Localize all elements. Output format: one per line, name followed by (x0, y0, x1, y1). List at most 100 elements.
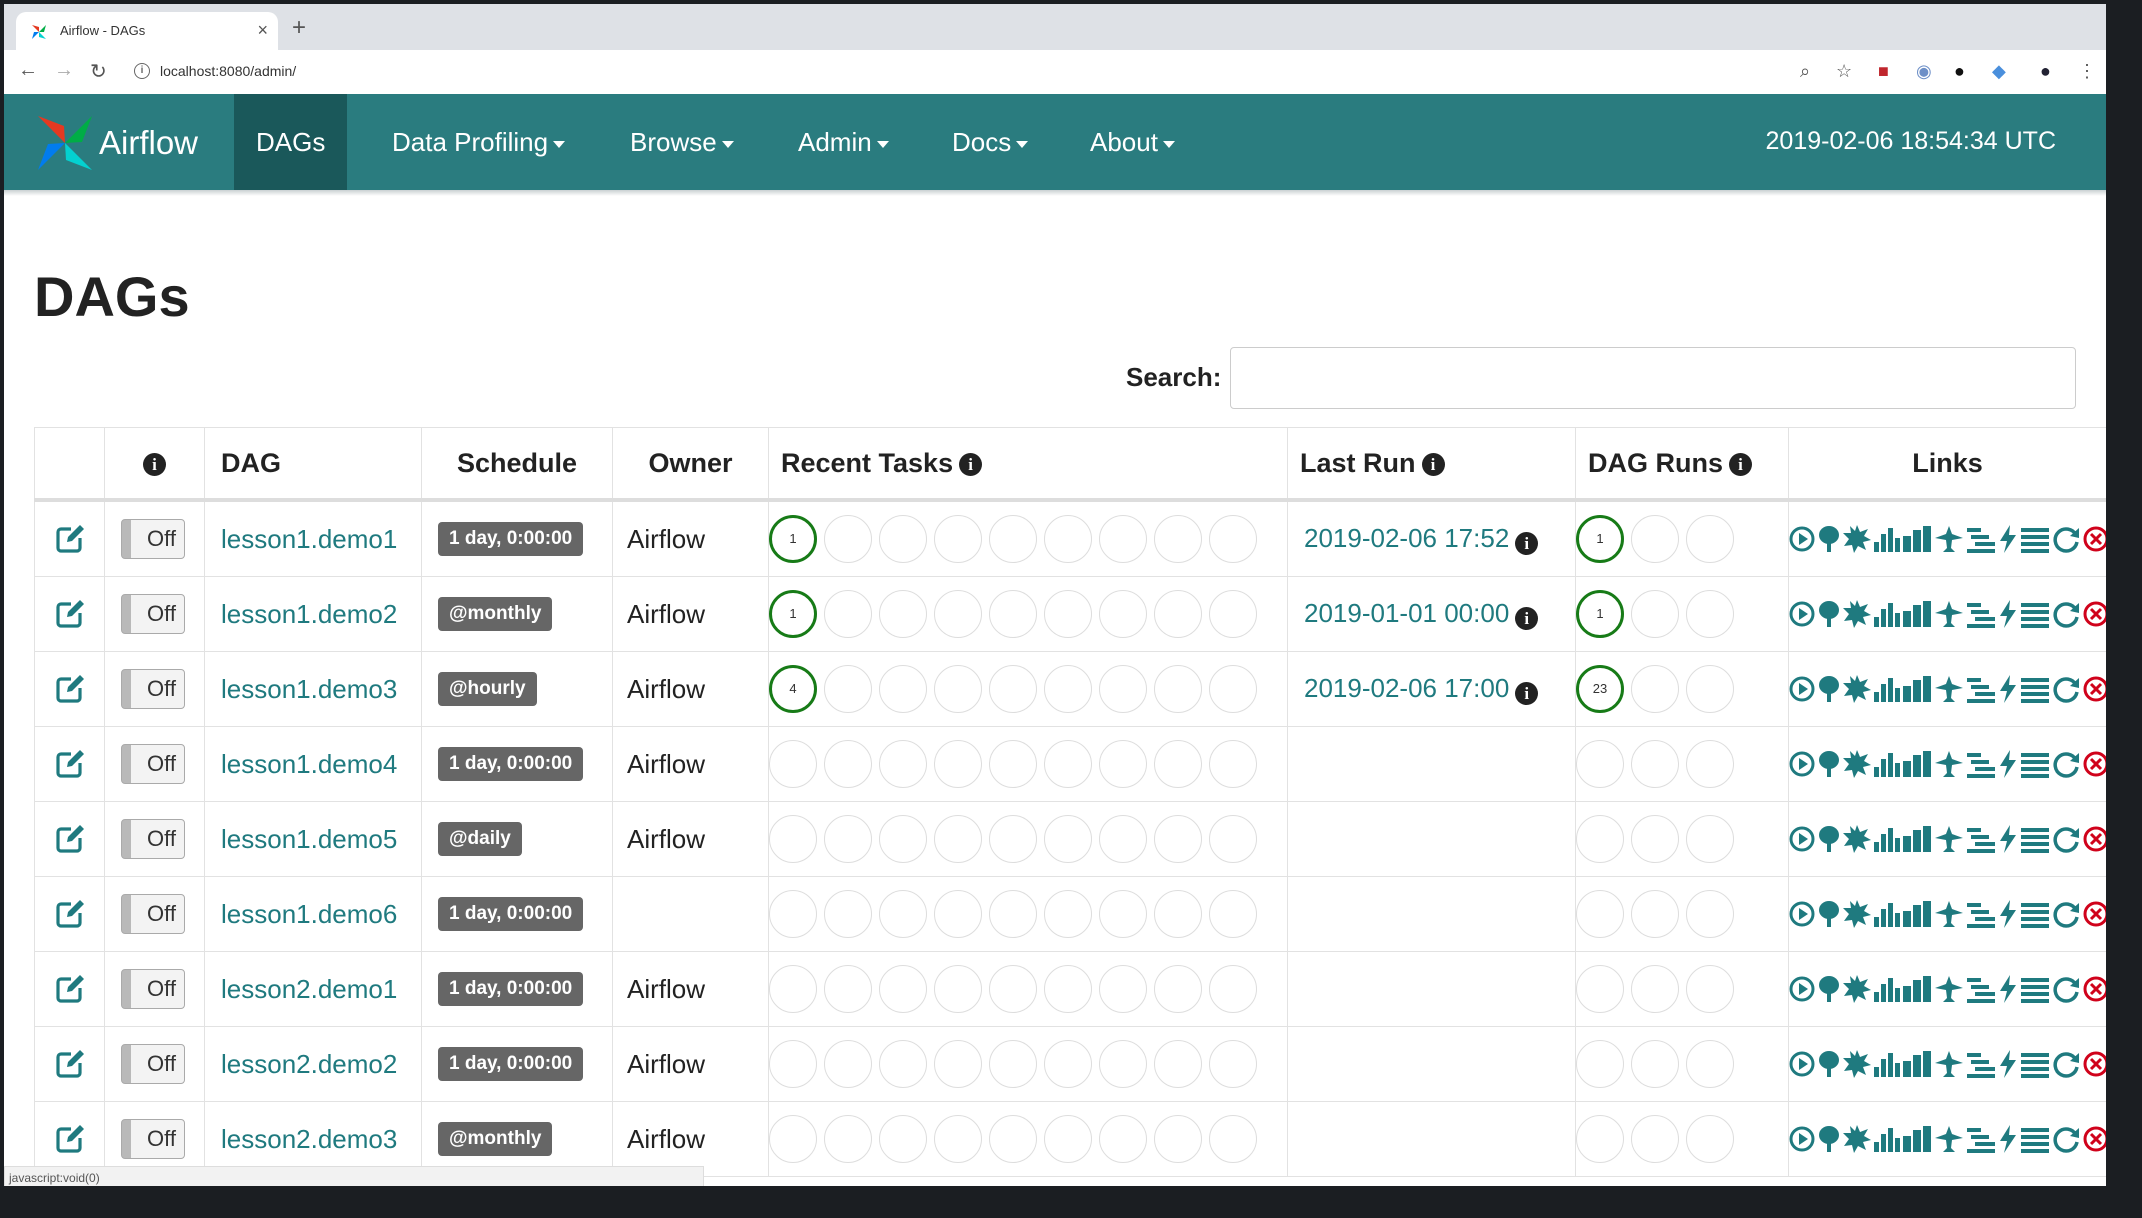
dag-link[interactable]: lesson1.demo4 (205, 749, 397, 779)
task-tries-icon[interactable] (1903, 599, 1931, 629)
recent-task-state-circle[interactable] (1154, 740, 1202, 788)
task-duration-icon[interactable] (1874, 1049, 1900, 1079)
delete-dag-icon[interactable] (2083, 674, 2106, 704)
recent-task-state-circle[interactable] (1154, 815, 1202, 863)
recent-task-state-circle[interactable] (1099, 1040, 1147, 1088)
recent-task-state-circle[interactable] (1099, 665, 1147, 713)
dag-run-state-circle[interactable] (1686, 665, 1734, 713)
dag-run-state-circle[interactable] (1686, 515, 1734, 563)
recent-task-state-circle[interactable] (989, 1115, 1037, 1163)
recent-task-state-circle[interactable] (989, 590, 1037, 638)
recent-task-state-circle[interactable] (1099, 965, 1147, 1013)
nav-dags[interactable]: DAGs (234, 94, 348, 190)
refresh-icon[interactable] (2052, 899, 2080, 929)
recent-task-state-circle[interactable] (1154, 1040, 1202, 1088)
new-tab-icon[interactable]: + (292, 14, 306, 42)
nav-browse[interactable]: Browse (608, 94, 756, 190)
tree-view-icon[interactable] (1818, 599, 1840, 629)
recent-task-state-circle[interactable] (989, 665, 1037, 713)
recent-task-state-circle[interactable] (934, 1040, 982, 1088)
code-icon[interactable] (1998, 1124, 2018, 1154)
landing-times-icon[interactable] (1934, 824, 1964, 854)
gantt-icon[interactable] (1967, 599, 1995, 629)
dag-run-state-circle[interactable] (1576, 815, 1624, 863)
trigger-dag-icon[interactable] (1789, 749, 1815, 779)
recent-task-state-circle[interactable] (879, 1040, 927, 1088)
recent-task-state-circle[interactable] (769, 965, 817, 1013)
recent-task-state-circle[interactable] (1044, 1040, 1092, 1088)
task-duration-icon[interactable] (1874, 674, 1900, 704)
extension-icon[interactable]: ● (1954, 61, 1965, 82)
edit-icon[interactable] (35, 524, 104, 554)
graph-view-icon[interactable] (1843, 1124, 1871, 1154)
tree-view-icon[interactable] (1818, 1049, 1840, 1079)
refresh-icon[interactable] (2052, 1049, 2080, 1079)
recent-task-state-circle[interactable] (769, 1040, 817, 1088)
recent-task-state-circle[interactable] (934, 590, 982, 638)
dag-link[interactable]: lesson1.demo3 (205, 674, 397, 704)
dag-link[interactable]: lesson1.demo2 (205, 599, 397, 629)
tree-view-icon[interactable] (1818, 524, 1840, 554)
recent-task-state-circle[interactable] (879, 740, 927, 788)
forward-icon[interactable]: → (54, 59, 74, 82)
delete-dag-icon[interactable] (2083, 974, 2106, 1004)
last-run-link[interactable]: 2019-02-06 17:00 (1288, 673, 1509, 703)
recent-task-state-circle[interactable] (1154, 965, 1202, 1013)
dag-run-state-circle[interactable] (1631, 815, 1679, 863)
recent-task-state-circle[interactable] (824, 815, 872, 863)
recent-task-state-circle[interactable] (1154, 1115, 1202, 1163)
dag-run-state-circle[interactable] (1631, 965, 1679, 1013)
dag-run-state-circle[interactable] (1686, 965, 1734, 1013)
recent-task-state-circle[interactable] (824, 1115, 872, 1163)
recent-task-state-circle[interactable] (1044, 965, 1092, 1013)
trigger-dag-icon[interactable] (1789, 899, 1815, 929)
task-duration-icon[interactable] (1874, 974, 1900, 1004)
recent-task-state-circle[interactable] (879, 515, 927, 563)
delete-dag-icon[interactable] (2083, 749, 2106, 779)
graph-view-icon[interactable] (1843, 899, 1871, 929)
gantt-icon[interactable] (1967, 674, 1995, 704)
dag-run-state-circle[interactable] (1631, 890, 1679, 938)
recent-task-state-circle[interactable] (1154, 515, 1202, 563)
bookmark-star-icon[interactable]: ☆ (1836, 61, 1852, 82)
recent-task-state-circle[interactable] (989, 890, 1037, 938)
dag-on-off-toggle[interactable]: Off (121, 669, 185, 709)
gantt-icon[interactable] (1967, 749, 1995, 779)
recent-task-state-circle[interactable] (1209, 590, 1257, 638)
graph-view-icon[interactable] (1843, 824, 1871, 854)
url-field[interactable]: localhost:8080/admin/ (160, 63, 296, 79)
extension-icon[interactable]: ◆ (1992, 61, 2006, 82)
dag-run-state-circle[interactable] (1686, 1040, 1734, 1088)
trigger-dag-icon[interactable] (1789, 674, 1815, 704)
recent-task-state-circle[interactable] (769, 815, 817, 863)
gantt-icon[interactable] (1967, 974, 1995, 1004)
recent-task-state-circle[interactable] (769, 890, 817, 938)
task-tries-icon[interactable] (1903, 524, 1931, 554)
edit-icon[interactable] (35, 599, 104, 629)
dag-run-success-circle[interactable]: 23 (1576, 665, 1624, 713)
dag-run-state-circle[interactable] (1576, 965, 1624, 1013)
recent-task-state-circle[interactable] (879, 890, 927, 938)
recent-task-state-circle[interactable] (989, 965, 1037, 1013)
recent-task-state-circle[interactable] (879, 815, 927, 863)
nav-data-profiling[interactable]: Data Profiling (370, 94, 587, 190)
info-icon[interactable]: i (1515, 531, 1539, 555)
dag-run-state-circle[interactable] (1686, 890, 1734, 938)
zoom-icon[interactable]: ⌕ (1800, 61, 1810, 82)
graph-view-icon[interactable] (1843, 1049, 1871, 1079)
recent-task-state-circle[interactable] (1044, 815, 1092, 863)
brand-name[interactable]: Airflow (99, 124, 198, 162)
tree-view-icon[interactable] (1818, 899, 1840, 929)
close-tab-icon[interactable]: × (257, 20, 268, 41)
logs-icon[interactable] (2021, 1049, 2049, 1079)
dag-run-state-circle[interactable] (1576, 890, 1624, 938)
recent-task-state-circle[interactable] (1209, 815, 1257, 863)
code-icon[interactable] (1998, 749, 2018, 779)
recent-task-state-circle[interactable] (1044, 515, 1092, 563)
recent-task-state-circle[interactable] (934, 515, 982, 563)
trigger-dag-icon[interactable] (1789, 974, 1815, 1004)
nav-admin[interactable]: Admin (776, 94, 911, 190)
recent-task-state-circle[interactable] (824, 515, 872, 563)
info-icon[interactable]: i (1515, 681, 1539, 705)
delete-dag-icon[interactable] (2083, 1049, 2106, 1079)
